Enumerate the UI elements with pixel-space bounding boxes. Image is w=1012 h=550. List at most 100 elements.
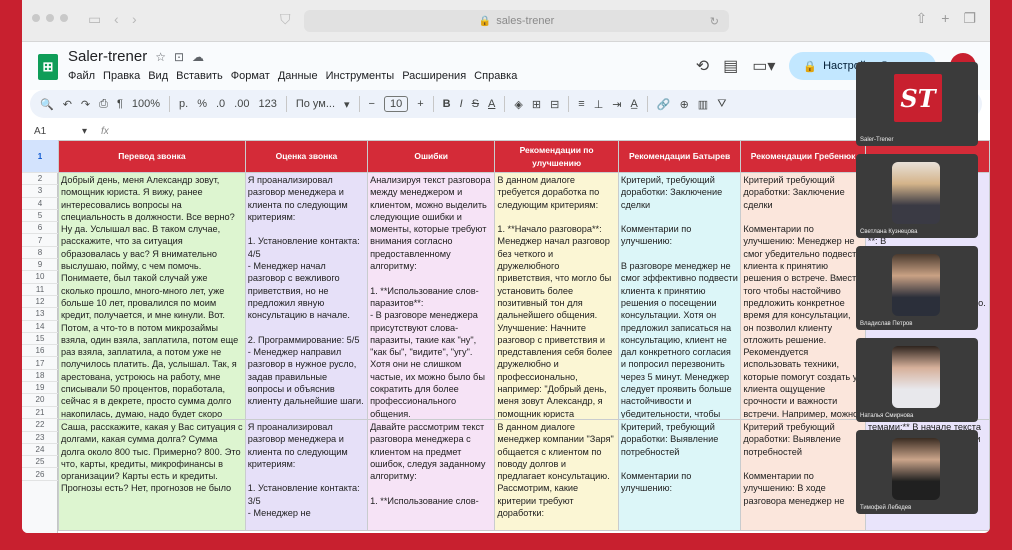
fill-color-icon[interactable]: ◈ (514, 98, 522, 111)
text-color-button[interactable]: A (488, 98, 495, 110)
row-number[interactable]: 4 (22, 198, 58, 210)
row-number[interactable]: 9 (22, 259, 58, 272)
zoom-window-icon[interactable] (60, 14, 68, 22)
header-cell-batyrev[interactable]: Рекомендации Батырев (617, 140, 742, 173)
font-select-chevron-icon[interactable]: ▾ (344, 98, 350, 111)
name-box-chevron-icon[interactable]: ▾ (82, 126, 87, 137)
reload-icon[interactable]: ↻ (710, 15, 719, 28)
row-number[interactable]: 17 (22, 358, 58, 370)
header-cell-recommendations[interactable]: Рекомендации по улучшению (494, 140, 619, 173)
menu-file[interactable]: Файл (68, 70, 95, 82)
header-cell-call-rating[interactable]: Оценка звонка (244, 140, 369, 173)
menu-extensions[interactable]: Расширения (402, 70, 466, 82)
strikethrough-button[interactable]: S (472, 98, 479, 110)
table-cell[interactable]: Анализируя текст разговора между менедже… (367, 172, 496, 420)
minimize-window-icon[interactable] (46, 14, 54, 22)
participant-tile[interactable]: ST Saler-Trener (856, 62, 978, 146)
font-size-decrease-button[interactable]: − (369, 98, 375, 110)
italic-button[interactable]: I (460, 98, 463, 110)
insert-comment-icon[interactable]: ⊕ (680, 98, 689, 111)
number-format-button[interactable]: 123 (258, 98, 276, 110)
row-number[interactable]: 3 (22, 185, 58, 198)
zoom-select[interactable]: 100% (132, 98, 160, 110)
row-number[interactable]: 26 (22, 469, 58, 481)
row-number[interactable]: 8 (22, 247, 58, 260)
sidebar-icon[interactable]: ▭ (88, 11, 101, 28)
row-number[interactable]: 24 (22, 444, 58, 457)
table-cell[interactable]: Критерий, требующий доработки: Выявление… (617, 419, 742, 531)
meet-icon[interactable]: ▭▾ (752, 56, 775, 76)
table-cell[interactable]: Критерий требующий доработки: Заключение… (740, 172, 866, 420)
row-number[interactable]: 18 (22, 370, 58, 383)
move-folder-icon[interactable]: ⊡ (174, 50, 184, 64)
search-menus-icon[interactable]: 🔍 (40, 98, 54, 111)
name-box[interactable]: A1 (22, 126, 82, 137)
tabs-overview-icon[interactable]: ❐ (963, 10, 976, 27)
row-number[interactable]: 14 (22, 321, 58, 333)
align-horizontal-icon[interactable]: ≡ (578, 98, 584, 110)
redo-icon[interactable]: ↷ (81, 98, 90, 111)
menu-help[interactable]: Справка (474, 70, 517, 82)
font-select[interactable]: По ум... (296, 98, 335, 110)
row-number[interactable]: 5 (22, 210, 58, 223)
shield-icon[interactable]: ⛉ (280, 11, 291, 28)
table-cell[interactable]: Критерий требующий доработки: Выявление … (740, 419, 866, 531)
font-size-input[interactable]: 10 (383, 96, 409, 112)
filter-icon[interactable]: ⛛ (717, 98, 726, 111)
participant-tile[interactable]: Светлана Кузнецова (856, 154, 978, 238)
comments-icon[interactable]: ▤ (723, 56, 738, 76)
table-cell[interactable]: Я проанализировал разговор менеджера и к… (244, 419, 369, 531)
address-bar[interactable]: 🔒 sales-trener ↻ (304, 10, 729, 32)
star-icon[interactable]: ☆ (155, 50, 166, 64)
row-number[interactable]: 6 (22, 222, 58, 235)
row-number[interactable]: 13 (22, 308, 58, 321)
row-number[interactable]: 25 (22, 456, 58, 469)
back-icon[interactable]: ‹ (114, 11, 119, 27)
row-number[interactable]: 22 (22, 419, 58, 432)
decrease-decimal-button[interactable]: .0 (216, 98, 225, 110)
undo-icon[interactable]: ↶ (63, 98, 72, 111)
close-window-icon[interactable] (32, 14, 40, 22)
participant-tile[interactable]: Владислав Петров (856, 246, 978, 330)
row-number[interactable]: 21 (22, 407, 58, 419)
insert-link-icon[interactable]: 🔗 (657, 98, 671, 111)
bold-button[interactable]: B (443, 98, 451, 110)
sheets-logo-icon[interactable]: ⊞ (38, 54, 58, 80)
print-icon[interactable]: ⎙ (99, 98, 108, 111)
participant-tile[interactable]: Наталья Смирнова (856, 338, 978, 422)
table-cell[interactable]: Критерий, требующий доработки: Заключени… (617, 172, 742, 420)
text-rotation-icon[interactable]: A̲ (631, 98, 638, 110)
table-cell[interactable]: Давайте рассмотрим текст разговора менед… (367, 419, 496, 531)
table-cell[interactable]: В данном диалоге менеджер компании "Заря… (494, 419, 619, 531)
header-cell-errors[interactable]: Ошибки (367, 140, 496, 173)
row-number[interactable]: 19 (22, 382, 58, 395)
table-cell[interactable]: Саша, расскажите, какая у Вас ситуация с… (58, 419, 246, 531)
currency-format-button[interactable]: р. (179, 98, 188, 110)
menu-data[interactable]: Данные (278, 70, 318, 82)
row-number[interactable]: 1 (22, 140, 58, 173)
new-tab-icon[interactable]: + (941, 10, 949, 27)
row-number[interactable]: 23 (22, 432, 58, 444)
forward-icon[interactable]: › (132, 11, 137, 27)
increase-decimal-button[interactable]: .00 (234, 98, 249, 110)
menu-edit[interactable]: Правка (103, 70, 140, 82)
font-size-increase-button[interactable]: + (417, 98, 423, 110)
participant-tile[interactable]: Тимофей Лебедев (856, 430, 978, 514)
row-number[interactable]: 2 (22, 173, 58, 186)
header-cell-call-transcript[interactable]: Перевод звонка (58, 140, 246, 173)
history-icon[interactable]: ⟲ (696, 56, 709, 76)
align-vertical-icon[interactable]: ⊥ (594, 98, 604, 111)
row-number[interactable]: 15 (22, 333, 58, 346)
row-number[interactable]: 10 (22, 271, 58, 284)
row-number[interactable]: 20 (22, 394, 58, 407)
menu-insert[interactable]: Вставить (176, 70, 223, 82)
text-wrap-icon[interactable]: ⇥ (612, 98, 621, 111)
row-number[interactable]: 11 (22, 284, 58, 296)
menu-tools[interactable]: Инструменты (326, 70, 395, 82)
percent-format-button[interactable]: % (197, 98, 207, 110)
header-cell-grebenyuk[interactable]: Рекомендации Гребенюк (740, 140, 866, 173)
insert-chart-icon[interactable]: ▥ (698, 98, 708, 111)
menu-view[interactable]: Вид (148, 70, 168, 82)
row-number[interactable]: 12 (22, 296, 58, 309)
table-cell[interactable]: Я проанализировал разговор менеджера и к… (244, 172, 369, 420)
